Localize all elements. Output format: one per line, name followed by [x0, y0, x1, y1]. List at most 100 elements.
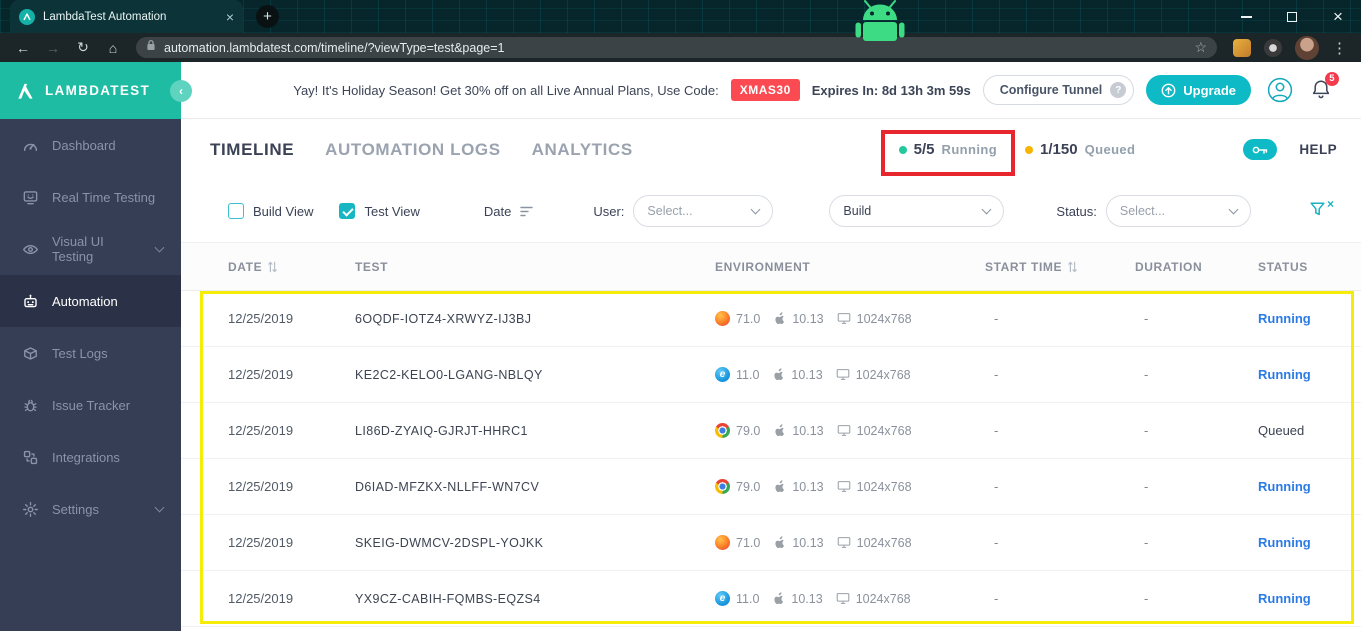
apple-os-icon — [772, 368, 785, 381]
build-view-checkbox[interactable] — [228, 203, 244, 219]
configure-tunnel-button[interactable]: Configure Tunnel ? — [982, 75, 1135, 105]
sidebar-item-real-time-testing[interactable]: Real Time Testing — [0, 171, 181, 223]
test-name-link[interactable]: YX9CZ-CABIH-FQMBS-EQZS4 — [355, 592, 715, 606]
cell-duration: - — [1144, 311, 1149, 326]
cell-environment: 79.0 10.13 1024x768 — [715, 423, 985, 438]
window-controls: × — [1223, 0, 1361, 33]
upgrade-button[interactable]: Upgrade — [1146, 75, 1251, 105]
cell-date: 12/25/2019 — [228, 423, 294, 438]
status-link[interactable]: Running — [1258, 479, 1361, 494]
firefox-browser-icon — [715, 311, 730, 326]
cell-environment: e 11.0 10.13 1024x768 — [715, 591, 985, 606]
user-select[interactable]: Select... — [633, 195, 774, 227]
test-name-link[interactable]: LI86D-ZYAIQ-GJRJT-HHRC1 — [355, 424, 715, 438]
tab-close-icon[interactable]: × — [226, 10, 234, 24]
sort-arrows-icon[interactable] — [1068, 261, 1077, 273]
screen-resolution: 1024x768 — [856, 479, 912, 494]
sidebar-item-test-logs[interactable]: Test Logs — [0, 327, 181, 379]
column-header-environment: ENVIRONMENT — [715, 260, 985, 274]
lock-icon[interactable] — [146, 39, 156, 57]
queued-stat: 1/150 Queued — [1025, 141, 1135, 158]
cell-start-time: - — [994, 535, 999, 550]
sidebar-collapse-button[interactable]: ‹ — [170, 80, 192, 102]
configure-tunnel-label: Configure Tunnel — [999, 83, 1103, 97]
date-label: Date — [483, 203, 512, 219]
sidebar-item-integrations[interactable]: Integrations — [0, 431, 181, 483]
tab-analytics[interactable]: ANALYTICS — [532, 140, 633, 160]
status-link[interactable]: Running — [1258, 591, 1361, 606]
sort-arrows-icon[interactable] — [268, 261, 277, 273]
build-view-toggle[interactable]: Build View — [228, 203, 313, 219]
test-view-toggle[interactable]: Test View — [339, 203, 420, 219]
browser-tab[interactable]: LambdaTest Automation × — [10, 0, 243, 33]
build-select-value: Build — [843, 204, 872, 218]
url-bar[interactable]: automation.lambdatest.com/timeline/?view… — [136, 37, 1217, 58]
sidebar-item-visual-ui-testing[interactable]: Visual UI Testing — [0, 223, 181, 275]
sidebar-item-issue-tracker[interactable]: Issue Tracker — [0, 379, 181, 431]
test-name-link[interactable]: D6IAD-MFZKX-NLLFF-WN7CV — [355, 480, 715, 494]
clear-filters-button[interactable]: × — [1310, 198, 1334, 221]
os-version: 10.13 — [792, 535, 824, 550]
sort-lines-icon — [520, 206, 534, 216]
sidebar-item-settings[interactable]: Settings — [0, 483, 181, 535]
close-button[interactable]: × — [1315, 0, 1361, 33]
chevron-down-icon — [981, 204, 992, 215]
browser-menu-icon[interactable]: ⋮ — [1332, 39, 1347, 57]
status-link[interactable]: Running — [1258, 367, 1361, 382]
extension-icon-1[interactable] — [1233, 38, 1251, 57]
refresh-icon[interactable]: ↻ — [70, 39, 96, 56]
status-link[interactable]: Running — [1258, 535, 1361, 550]
sidebar-item-dashboard[interactable]: Dashboard — [0, 119, 181, 171]
home-icon[interactable]: ⌂ — [100, 40, 126, 56]
test-name-link[interactable]: SKEIG-DWMCV-2DSPL-YOJKK — [355, 536, 715, 550]
forward-icon[interactable]: → — [40, 40, 66, 56]
date-sort-control[interactable]: Date — [483, 203, 534, 219]
queued-label: Queued — [1084, 142, 1136, 157]
filter-row: Build View Test View Date User: Select..… — [181, 180, 1361, 242]
profile-avatar[interactable] — [1295, 35, 1319, 60]
user-account-icon[interactable] — [1267, 77, 1293, 103]
column-header-date[interactable]: DATE — [228, 260, 355, 274]
status-link[interactable]: Running — [1258, 311, 1361, 326]
bookmark-star-icon[interactable]: ☆ — [1194, 39, 1207, 56]
status-select-value: Select... — [1119, 204, 1166, 218]
minimize-button[interactable] — [1223, 0, 1269, 33]
tab-timeline[interactable]: TIMELINE — [210, 140, 294, 160]
build-select[interactable]: Build — [829, 195, 1005, 227]
running-count: 5/5 — [913, 141, 935, 158]
session-stats: 5/5 Running 1/150 Queued HELP — [898, 139, 1361, 160]
test-view-checkbox[interactable] — [339, 203, 356, 219]
url-input[interactable]: automation.lambdatest.com/timeline/?view… — [164, 41, 1186, 55]
tab-title: LambdaTest Automation — [43, 10, 167, 23]
extension-icon-2[interactable] — [1264, 38, 1282, 57]
browser-toolbar: ← → ↻ ⌂ automation.lambdatest.com/timeli… — [0, 33, 1361, 62]
back-icon[interactable]: ← — [10, 40, 36, 56]
column-header-label: STATUS — [1258, 259, 1308, 274]
monitor-resolution-icon — [836, 368, 850, 381]
brand-header: LAMBDATEST ‹ — [0, 62, 192, 119]
table-row: 12/25/2019 YX9CZ-CABIH-FQMBS-EQZS4 e 11.0 10… — [181, 571, 1361, 627]
sidebar-item-automation[interactable]: Automation — [0, 275, 181, 327]
help-link[interactable]: HELP — [1299, 142, 1337, 157]
test-name-link[interactable]: 6OQDF-IOTZ4-XRWYZ-IJ3BJ — [355, 312, 715, 326]
maximize-button[interactable] — [1269, 0, 1315, 33]
cell-duration: - — [1144, 591, 1149, 606]
cell-duration: - — [1144, 535, 1149, 550]
new-tab-button[interactable]: + — [256, 5, 279, 28]
tab-automation-logs[interactable]: AUTOMATION LOGS — [325, 140, 501, 160]
browser-version: 79.0 — [736, 423, 761, 438]
column-header-start-time[interactable]: START TIME — [985, 260, 1135, 274]
monitor-resolution-icon — [837, 424, 851, 437]
column-header-duration: DURATION — [1135, 260, 1258, 274]
table-row: 12/25/2019 LI86D-ZYAIQ-GJRJT-HHRC1 79.0 10.… — [181, 403, 1361, 459]
access-key-button[interactable] — [1243, 139, 1278, 160]
test-name-link[interactable]: KE2C2-KELO0-LGANG-NBLQY — [355, 368, 715, 382]
tunnel-help-icon[interactable]: ? — [1110, 82, 1127, 98]
status-link[interactable]: Queued — [1258, 423, 1361, 438]
notifications-bell-icon[interactable]: 5 — [1311, 72, 1339, 101]
build-view-label: Build View — [253, 203, 314, 219]
os-version: 10.13 — [792, 311, 824, 326]
status-select[interactable]: Select... — [1105, 195, 1251, 227]
cell-start-time: - — [994, 591, 999, 606]
cell-date: 12/25/2019 — [228, 367, 294, 382]
